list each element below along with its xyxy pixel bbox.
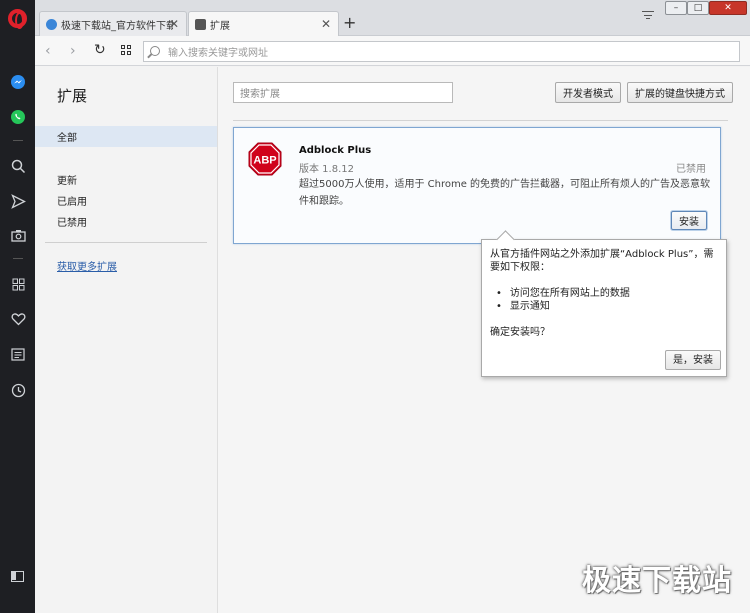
- watermark: 极速下载站: [581, 563, 732, 597]
- opera-logo-icon[interactable]: [8, 9, 27, 29]
- url-input[interactable]: 输入搜索关键字或网址: [143, 41, 740, 62]
- sidebar-toggle-icon[interactable]: [11, 571, 24, 582]
- whatsapp-icon[interactable]: [9, 108, 27, 126]
- tab-title: 极速下载站_官方软件下载: [61, 20, 173, 32]
- camera-icon[interactable]: [9, 226, 27, 244]
- page-title: 扩展: [57, 87, 88, 105]
- back-button[interactable]: ‹: [45, 43, 51, 59]
- extension-status: 已禁用: [676, 164, 706, 175]
- extension-description: 超过5000万人使用，适用于 Chrome 的免费的广告拦截器，可阻止所有烦人的…: [299, 179, 711, 207]
- messenger-icon[interactable]: [9, 73, 27, 91]
- toolbar-divider: [233, 120, 728, 121]
- install-permission-popup: 从官方插件网站之外添加扩展“Adblock Plus”，需要如下权限： 访问您在…: [481, 239, 727, 377]
- url-placeholder: 输入搜索关键字或网址: [168, 48, 268, 59]
- new-tab-button[interactable]: +: [343, 13, 356, 32]
- extensions-page: 扩展 全部 更新 已启用 已禁用 获取更多扩展 搜索扩展 开发者模式 扩展的键盘…: [35, 67, 750, 613]
- sidebar-item-disabled[interactable]: 已禁用: [35, 211, 217, 232]
- sidebar-divider: [45, 242, 207, 243]
- popup-confirm-text: 确定安装吗？: [490, 327, 550, 338]
- extension-name: Adblock Plus: [299, 145, 372, 156]
- address-bar: ‹ › ↻ 输入搜索关键字或网址: [35, 36, 750, 66]
- extension-card: ABP Adblock Plus 版本 1.8.12 已禁用 超过5000万人使…: [233, 127, 721, 244]
- search-extensions-input[interactable]: 搜索扩展: [233, 82, 453, 103]
- install-button[interactable]: 安装: [671, 211, 707, 230]
- forward-button[interactable]: ›: [70, 43, 76, 59]
- svg-text:ABP: ABP: [253, 155, 276, 167]
- close-window-button[interactable]: ✕: [709, 1, 747, 15]
- get-more-extensions-link[interactable]: 获取更多扩展: [57, 258, 117, 273]
- abp-logo-icon: ABP: [248, 142, 282, 176]
- sidebar-item-updates[interactable]: 更新: [35, 169, 217, 190]
- permission-item: 访问您在所有网站上的数据: [496, 287, 716, 300]
- extensions-main: 搜索扩展 开发者模式 扩展的键盘快捷方式 ABP Adblock Plus 版本…: [219, 67, 750, 613]
- tab-download-site[interactable]: 极速下载站_官方软件下载 ✕: [39, 11, 187, 36]
- confirm-install-button[interactable]: 是，安装: [665, 350, 721, 370]
- developer-mode-button[interactable]: 开发者模式: [555, 82, 621, 103]
- heart-icon[interactable]: [9, 310, 27, 328]
- rail-divider: [13, 258, 23, 259]
- keyboard-shortcuts-button[interactable]: 扩展的键盘快捷方式: [627, 82, 733, 103]
- close-tab-icon[interactable]: ✕: [169, 17, 179, 31]
- opera-sidebar: [0, 0, 35, 613]
- extensions-sidenav: 扩展 全部 更新 已启用 已禁用 获取更多扩展: [35, 67, 218, 613]
- send-icon[interactable]: [9, 192, 27, 210]
- sidebar-item-enabled[interactable]: 已启用: [35, 190, 217, 211]
- rail-divider: [13, 140, 23, 141]
- globe-icon: [46, 18, 57, 30]
- reload-button[interactable]: ↻: [94, 42, 106, 58]
- tab-menu-icon[interactable]: [642, 11, 654, 21]
- extension-cube-icon: [195, 18, 206, 30]
- minimize-button[interactable]: –: [665, 1, 687, 15]
- sidebar-item-all[interactable]: 全部: [35, 126, 217, 147]
- popup-message: 从官方插件网站之外添加扩展“Adblock Plus”，需要如下权限：: [490, 249, 714, 273]
- speed-dial-button[interactable]: [121, 45, 131, 55]
- tab-bar: 极速下载站_官方软件下载 ✕ 扩展 ✕ + – □ ✕: [35, 0, 750, 36]
- news-icon[interactable]: [9, 345, 27, 363]
- speed-dial-icon[interactable]: [9, 275, 27, 293]
- search-icon[interactable]: [9, 157, 27, 175]
- search-icon: [150, 46, 160, 56]
- tab-title: 扩展: [210, 20, 230, 32]
- permission-item: 显示通知: [496, 300, 716, 313]
- maximize-button[interactable]: □: [687, 1, 709, 15]
- tab-extensions[interactable]: 扩展 ✕: [188, 11, 339, 36]
- extension-version: 版本 1.8.12: [299, 164, 354, 175]
- history-icon[interactable]: [9, 381, 27, 399]
- close-tab-icon[interactable]: ✕: [321, 17, 331, 31]
- permission-list: 访问您在所有网站上的数据 显示通知: [490, 287, 716, 313]
